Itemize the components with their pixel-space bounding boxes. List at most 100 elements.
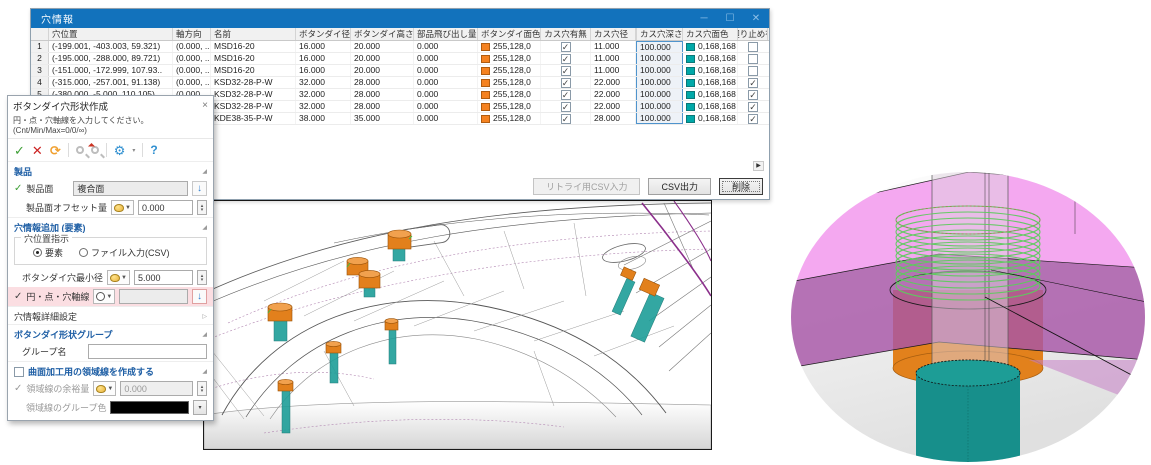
hscroll-right-arrow[interactable]: ▶ xyxy=(753,161,764,171)
scrap-hole-checkbox[interactable] xyxy=(561,102,571,112)
settings-gear-icon[interactable]: ⚙ xyxy=(114,144,126,157)
col-scrap-color[interactable]: カス穴面色 xyxy=(683,28,738,40)
col-axis[interactable]: 軸方向 xyxy=(173,28,211,40)
pick-face-arrow-button[interactable]: ↓ xyxy=(192,181,207,196)
window-title: 穴情報 xyxy=(31,11,74,26)
product-face-field[interactable]: 複合面 xyxy=(73,181,188,196)
scrap-hole-checkbox[interactable] xyxy=(561,78,571,88)
maximize-button[interactable]: ☐ xyxy=(717,9,743,28)
margin-mode-button[interactable]: ▼ xyxy=(93,381,116,396)
dialog-close-icon[interactable]: × xyxy=(202,101,208,111)
col-scrap-dia[interactable]: カス穴径 xyxy=(591,28,636,40)
col-rotation-stop[interactable]: 廻り止め有 xyxy=(738,28,768,40)
table-row[interactable]: 2(-195.000, -288.000, 89.721) (0.000, ..… xyxy=(31,53,769,65)
section-detail-settings[interactable]: 穴情報詳細設定▷ xyxy=(8,306,213,324)
col-die-color[interactable]: ボタンダイ面色 xyxy=(478,28,541,40)
close-button[interactable]: ✕ xyxy=(743,9,769,28)
scrap-hole-checkbox[interactable] xyxy=(561,54,571,64)
scrap-hole-checkbox[interactable] xyxy=(561,66,571,76)
table-row[interactable]: 1(-199.001, -403.003, 59.321) (0.000, ..… xyxy=(31,41,769,53)
die-color-swatch xyxy=(481,103,490,111)
die-color-swatch xyxy=(481,43,490,51)
scrap-color-swatch xyxy=(686,43,695,51)
rotation-stop-checkbox[interactable] xyxy=(748,114,758,124)
region-color-dropdown[interactable]: ▾ xyxy=(193,400,207,415)
radio-file-input-csv[interactable]: ファイル入力(CSV) xyxy=(79,246,170,259)
axis-label: 円・点・穴軸線 xyxy=(26,290,89,303)
settings-dropdown-icon[interactable]: ▾ xyxy=(132,147,135,154)
circle-icon xyxy=(96,292,105,301)
rotation-stop-checkbox[interactable] xyxy=(748,54,758,64)
axis-entity-type-button[interactable]: ▼ xyxy=(93,289,115,304)
rotation-stop-checkbox[interactable] xyxy=(748,102,758,112)
retry-csv-button[interactable]: リトライ用CSV入力 xyxy=(533,178,641,195)
scrap-color-swatch xyxy=(686,103,695,111)
axis-pick-arrow-button[interactable]: ↓ xyxy=(192,289,207,304)
offset-spinner[interactable]: ▴▾ xyxy=(197,200,207,215)
rotation-stop-checkbox[interactable] xyxy=(748,78,758,88)
groupbox-label: 穴位置指示 xyxy=(21,232,72,245)
expand-icon: ▷ xyxy=(202,313,207,320)
zoom-reset-icon[interactable] xyxy=(91,146,99,154)
col-die-height[interactable]: ボタンダイ高さ xyxy=(351,28,414,40)
delete-button[interactable]: 削除 xyxy=(719,178,763,195)
min-dia-mode-button[interactable]: ▼ xyxy=(107,270,130,285)
axis-check-icon: ✓ xyxy=(14,292,22,302)
minimize-button[interactable]: ─ xyxy=(691,9,717,28)
region-color-label: 領域線のグループ色 xyxy=(26,401,106,414)
scrap-color-swatch xyxy=(686,55,695,63)
col-position[interactable]: 穴位置 xyxy=(49,28,173,40)
collapse-icon: ◢ xyxy=(202,331,207,338)
product-face-check-icon: ✓ xyxy=(14,184,22,194)
table-row[interactable]: 3(-151.000, -172.999, 107.93.. (0.000, .… xyxy=(31,65,769,77)
redo-icon[interactable]: ⟳ xyxy=(50,144,61,157)
dialog-titlebar[interactable]: ボタンダイ穴形状作成 × xyxy=(8,96,213,114)
min-dia-spinner[interactable]: ▴▾ xyxy=(197,270,207,285)
margin-spinner[interactable]: ▴▾ xyxy=(197,381,207,396)
scrap-hole-checkbox[interactable] xyxy=(561,42,571,52)
confirm-icon[interactable]: ✓ xyxy=(14,144,25,157)
scrap-color-swatch xyxy=(686,91,695,99)
product-face-label: 製品面 xyxy=(26,182,53,195)
dialog-toolbar: ✓ ✕ ⟳ ⚙ ▾ ? xyxy=(8,139,213,161)
offset-input[interactable]: 0.000 xyxy=(138,200,193,215)
cancel-icon[interactable]: ✕ xyxy=(32,144,43,157)
csv-export-button[interactable]: CSV出力 xyxy=(648,178,711,195)
col-num xyxy=(31,28,49,40)
cad-viewport[interactable] xyxy=(203,200,712,450)
col-name[interactable]: 名前 xyxy=(211,28,296,40)
application-canvas: 穴情報 ─ ☐ ✕ 穴位置 軸方向 名前 ボタンダイ径 ボタンダイ高さ 部品飛び… xyxy=(0,0,1151,465)
section-region-line[interactable]: 曲面加工用の領域線を作成する ◢ xyxy=(8,361,213,379)
table-row[interactable]: 4(-315.000, -257.001, 91.138) (0.000, ..… xyxy=(31,77,769,89)
help-icon[interactable]: ? xyxy=(150,144,157,157)
axis-input[interactable] xyxy=(119,289,188,304)
col-scrap-hole[interactable]: カス穴有無 xyxy=(541,28,591,40)
rotation-stop-checkbox[interactable] xyxy=(748,66,758,76)
scrap-hole-checkbox[interactable] xyxy=(561,114,571,124)
rotation-stop-checkbox[interactable] xyxy=(748,90,758,100)
window-titlebar[interactable]: 穴情報 ─ ☐ ✕ xyxy=(31,9,769,28)
die-color-swatch xyxy=(481,79,490,87)
col-protrusion[interactable]: 部品飛び出し量 xyxy=(414,28,478,40)
dialog-instruction: 円・点・穴軸線を入力してください。(Cnt/Min/Max=0/0/∞) xyxy=(8,114,213,139)
radio-element[interactable]: 要素 xyxy=(33,246,63,259)
solid-icon xyxy=(114,204,124,212)
scrap-hole-checkbox[interactable] xyxy=(561,90,571,100)
detail-3d-view[interactable] xyxy=(789,170,1147,464)
margin-input[interactable]: 0.000 xyxy=(120,381,193,396)
section-product[interactable]: 製品◢ xyxy=(8,161,213,179)
offset-mode-button[interactable]: ▼ xyxy=(111,200,134,215)
col-scrap-depth[interactable]: カス穴深さ xyxy=(636,28,683,40)
group-name-input[interactable] xyxy=(88,344,207,359)
margin-label: 領域線の余裕量 xyxy=(26,382,89,395)
zoom-search-icon[interactable] xyxy=(76,146,84,154)
col-die-dia[interactable]: ボタンダイ径 xyxy=(296,28,351,40)
hole-position-groupbox: 穴位置指示 要素 ファイル入力(CSV) xyxy=(14,237,207,265)
region-line-checkbox[interactable] xyxy=(14,367,24,377)
min-dia-input[interactable]: 5.000 xyxy=(134,270,193,285)
radio-dot-icon xyxy=(79,248,88,257)
section-die-shape-group[interactable]: ボタンダイ形状グループ◢ xyxy=(8,324,213,342)
rotation-stop-checkbox[interactable] xyxy=(748,42,758,52)
region-color-swatch[interactable] xyxy=(110,401,189,414)
die-color-swatch xyxy=(481,115,490,123)
